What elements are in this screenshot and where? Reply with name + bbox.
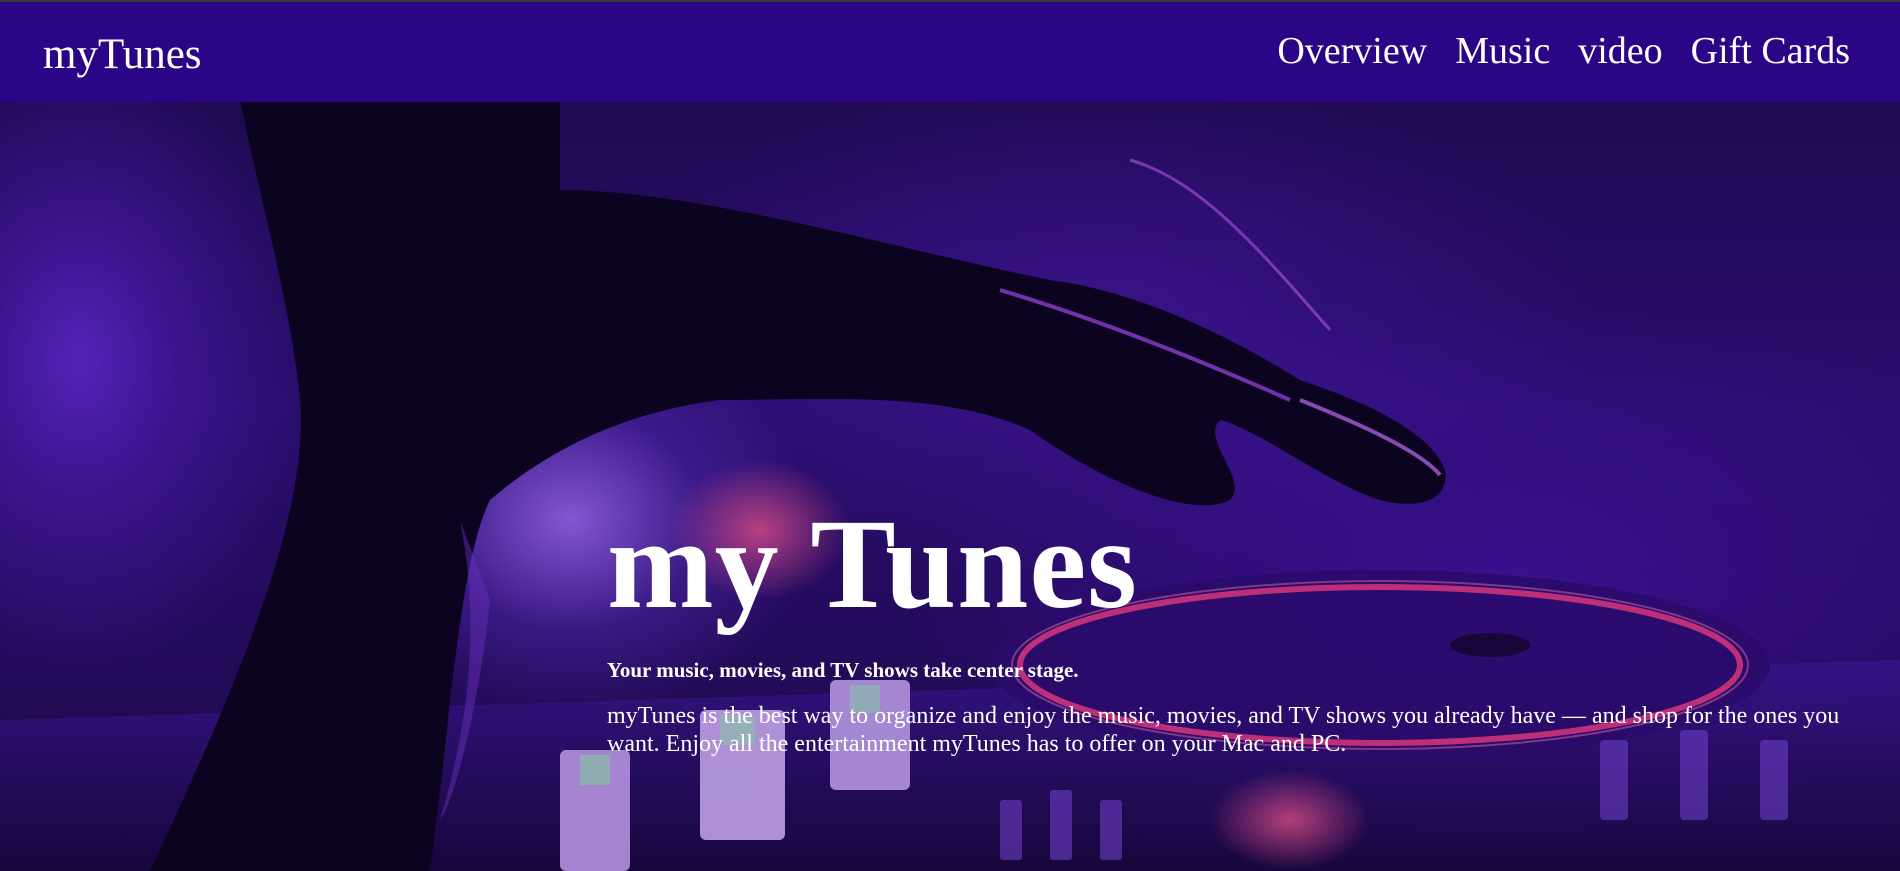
navbar: myTunes Overview Music video Gift Cards — [0, 0, 1900, 102]
hero-subtitle: Your music, movies, and TV shows take ce… — [607, 658, 1079, 682]
nav-links: Overview Music video Gift Cards — [1249, 26, 1850, 76]
nav-link-gift-cards[interactable]: Gift Cards — [1691, 26, 1850, 76]
hero-title: my Tunes — [607, 493, 1138, 635]
nav-link-music[interactable]: Music — [1455, 26, 1550, 76]
page: myTunes Overview Music video Gift Cards — [0, 0, 1900, 871]
brand-logo-link[interactable]: myTunes — [43, 28, 202, 82]
nav-link-video[interactable]: video — [1578, 26, 1662, 76]
hero-content: my Tunes Your music, movies, and TV show… — [607, 500, 1857, 758]
hero-section: my Tunes Your music, movies, and TV show… — [0, 100, 1900, 871]
hero-description: myTunes is the best way to organize and … — [607, 703, 1840, 757]
nav-link-overview[interactable]: Overview — [1277, 26, 1427, 76]
